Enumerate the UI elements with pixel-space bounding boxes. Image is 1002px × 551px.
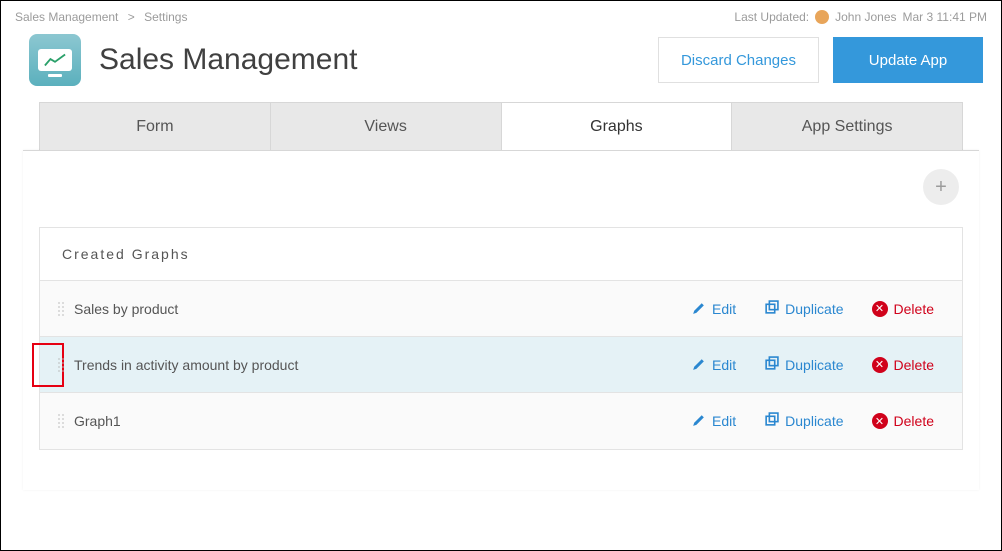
graphs-panel: + Created Graphs Sales by product Edit D…: [23, 150, 979, 490]
pencil-icon: [691, 356, 706, 374]
duplicate-icon: [764, 412, 779, 430]
drag-handle-icon[interactable]: [40, 300, 70, 318]
edit-label: Edit: [712, 413, 736, 429]
tab-views[interactable]: Views: [271, 103, 502, 150]
table-row: Graph1 Edit Duplicate ✕ Delete: [40, 393, 962, 449]
edit-button[interactable]: Edit: [691, 300, 736, 318]
delete-button[interactable]: ✕ Delete: [872, 412, 934, 430]
delete-label: Delete: [894, 357, 934, 373]
drag-handle-icon[interactable]: [40, 412, 70, 430]
discard-changes-button[interactable]: Discard Changes: [658, 37, 819, 83]
duplicate-button[interactable]: Duplicate: [764, 412, 843, 430]
duplicate-label: Duplicate: [785, 301, 843, 317]
delete-button[interactable]: ✕ Delete: [872, 300, 934, 318]
duplicate-button[interactable]: Duplicate: [764, 300, 843, 318]
breadcrumb-root[interactable]: Sales Management: [15, 10, 118, 24]
page-title: Sales Management: [99, 43, 658, 77]
delete-label: Delete: [894, 413, 934, 429]
graphs-table-header: Created Graphs: [40, 228, 962, 281]
tab-app-settings[interactable]: App Settings: [732, 103, 962, 150]
pencil-icon: [691, 412, 706, 430]
edit-label: Edit: [712, 301, 736, 317]
duplicate-label: Duplicate: [785, 413, 843, 429]
duplicate-icon: [764, 356, 779, 374]
avatar: [815, 10, 829, 24]
pencil-icon: [691, 300, 706, 318]
graph-name: Graph1: [70, 413, 691, 429]
plus-icon: +: [935, 176, 947, 199]
table-row: Sales by product Edit Duplicate ✕ Delete: [40, 281, 962, 337]
table-row: Trends in activity amount by product Edi…: [40, 337, 962, 393]
breadcrumb-current: Settings: [144, 10, 187, 24]
chart-line-icon: [44, 53, 66, 67]
app-icon: [29, 34, 81, 86]
breadcrumb-separator: >: [128, 10, 135, 24]
edit-label: Edit: [712, 357, 736, 373]
edit-button[interactable]: Edit: [691, 356, 736, 374]
tabs: FormViewsGraphsApp Settings: [39, 102, 963, 150]
add-graph-button[interactable]: +: [923, 169, 959, 205]
duplicate-label: Duplicate: [785, 357, 843, 373]
update-app-button[interactable]: Update App: [833, 37, 983, 83]
delete-icon: ✕: [872, 301, 888, 317]
tab-form[interactable]: Form: [40, 103, 271, 150]
graphs-table: Created Graphs Sales by product Edit Dup…: [39, 227, 963, 450]
duplicate-button[interactable]: Duplicate: [764, 356, 843, 374]
drag-handle-icon[interactable]: [40, 356, 70, 374]
last-updated-time: Mar 3 11:41 PM: [903, 10, 987, 24]
last-updated: Last Updated: John Jones Mar 3 11:41 PM: [734, 10, 987, 24]
edit-button[interactable]: Edit: [691, 412, 736, 430]
last-updated-user: John Jones: [835, 10, 896, 24]
delete-button[interactable]: ✕ Delete: [872, 356, 934, 374]
delete-label: Delete: [894, 301, 934, 317]
breadcrumb: Sales Management > Settings: [15, 10, 187, 24]
graph-name: Trends in activity amount by product: [70, 357, 691, 373]
graph-name: Sales by product: [70, 301, 691, 317]
tab-graphs[interactable]: Graphs: [502, 103, 733, 150]
delete-icon: ✕: [872, 413, 888, 429]
delete-icon: ✕: [872, 357, 888, 373]
duplicate-icon: [764, 300, 779, 318]
last-updated-prefix: Last Updated:: [734, 10, 809, 24]
